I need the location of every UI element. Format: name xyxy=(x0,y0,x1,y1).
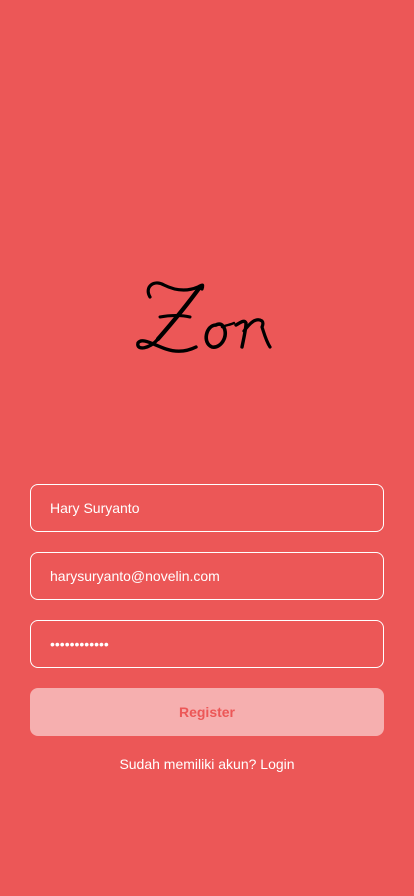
app-logo xyxy=(0,262,414,372)
name-input[interactable] xyxy=(50,500,369,516)
email-input[interactable] xyxy=(50,568,369,584)
logo-wordmark xyxy=(136,281,272,353)
register-screen: Register Sudah memiliki akun? Login xyxy=(0,0,414,896)
register-button[interactable]: Register xyxy=(30,688,384,736)
password-field[interactable] xyxy=(30,620,384,668)
email-field[interactable] xyxy=(30,552,384,600)
name-field[interactable] xyxy=(30,484,384,532)
login-link[interactable]: Sudah memiliki akun? Login xyxy=(0,754,414,774)
password-input[interactable] xyxy=(50,636,369,652)
